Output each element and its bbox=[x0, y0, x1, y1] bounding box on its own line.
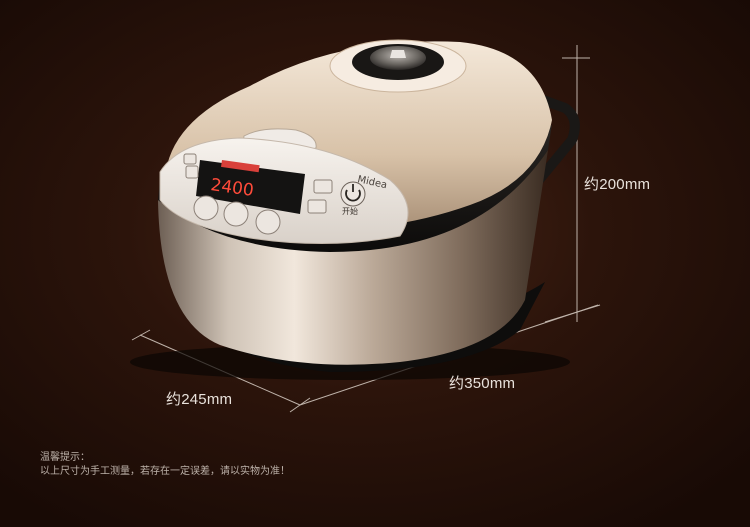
tip-text: 以上尺寸为手工测量，若存在一定误差，请以实物为准！ bbox=[40, 466, 290, 477]
width-dimension-label: 约350mm bbox=[449, 375, 516, 392]
height-dimension-label: 约200mm bbox=[584, 176, 651, 193]
rice-cooker-illustration: 2400 开始 Midea bbox=[130, 39, 601, 413]
depth-dimension-label: 约245mm bbox=[166, 391, 233, 408]
product-image: 2400 开始 Midea 约200mm 约245mm 约350mm 温馨提示：… bbox=[0, 0, 750, 527]
power-label: 开始 bbox=[342, 206, 358, 216]
tip-title: 温馨提示： bbox=[40, 452, 90, 463]
